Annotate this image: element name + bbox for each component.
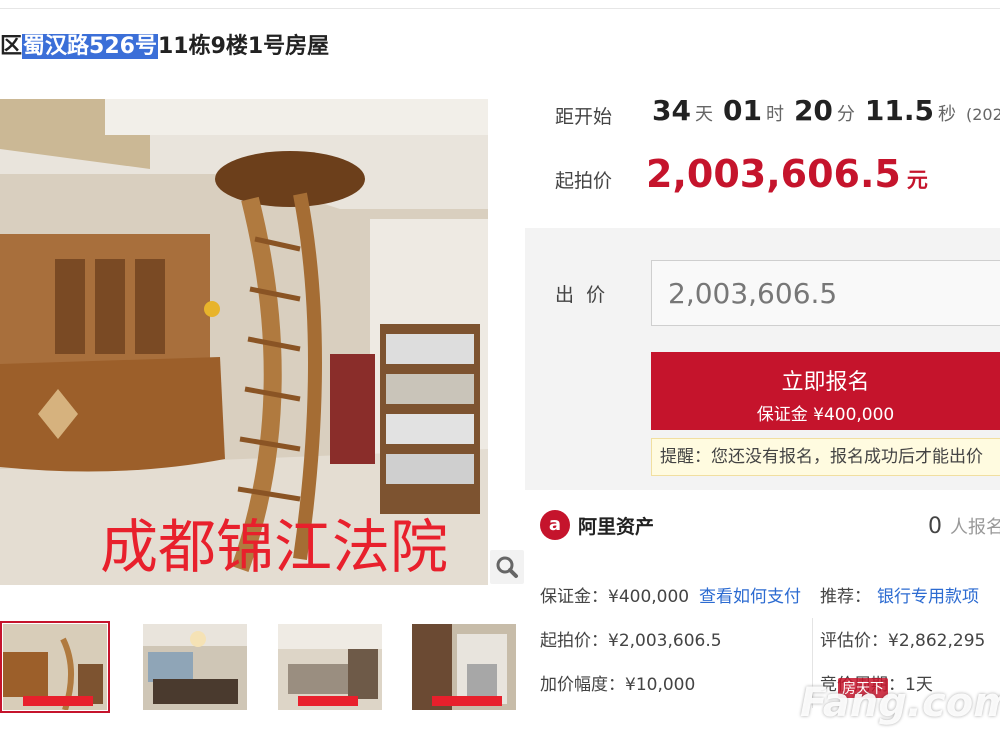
platform-name: 阿里资产	[578, 516, 655, 538]
court-overlay-text: 成都锦江法院	[100, 513, 448, 581]
deposit-info-value: ¥400,000	[608, 587, 690, 607]
title-prefix: 区	[0, 34, 23, 59]
main-photo-image: 成都锦江法院	[0, 99, 488, 585]
countdown-minutes-unit: 分	[836, 104, 855, 125]
start-price-unit: 元	[906, 168, 928, 192]
ali-assets-logo-icon: a	[540, 510, 570, 540]
thumbnail-4-image	[412, 624, 516, 710]
thumbnail-1[interactable]	[0, 621, 110, 713]
countdown-seconds-unit: 秒	[938, 104, 956, 125]
signup-button-label: 立即报名	[781, 370, 870, 395]
countdown-days-unit: 天	[694, 104, 713, 125]
countdown-date: (2026-0	[966, 105, 1000, 124]
countdown-hours: 01	[722, 94, 762, 127]
recommend-info: 推荐：	[820, 582, 871, 607]
signup-deposit: 保证金 ¥400,000	[756, 405, 895, 425]
thumbnail-2[interactable]	[143, 624, 247, 710]
bank-account-link[interactable]: 银行专用款项	[877, 582, 979, 607]
deposit-info: 保证金：¥400,000	[540, 582, 689, 607]
main-photo[interactable]: 成都锦江法院	[0, 99, 488, 585]
registration-count: 0 人报名	[928, 513, 1000, 539]
thumbnail-2-image	[143, 624, 247, 710]
how-to-pay-link[interactable]: 查看如何支付	[699, 582, 801, 607]
start-price: 2,003,606.5 元	[646, 152, 928, 196]
countdown-minutes: 20	[793, 94, 833, 127]
page-title: 区蜀汉路526号11栋9楼1号房屋	[0, 30, 329, 64]
countdown-hours-unit: 时	[765, 104, 784, 125]
thumbnail-3[interactable]	[278, 624, 382, 710]
appraisal-info: 评估价：¥2,862,295	[820, 626, 985, 651]
signup-button[interactable]: 立即报名 保证金 ¥400,000	[651, 352, 1000, 430]
zoom-button[interactable]	[490, 550, 524, 584]
top-divider	[0, 8, 1000, 9]
countdown: 34天 01时 20分 11.5秒 (2026-0	[652, 94, 1000, 130]
bid-label: 出 价	[555, 284, 606, 306]
title-rest: 11栋9楼1号房屋	[157, 34, 330, 59]
thumbnail-1-image	[3, 624, 107, 710]
start-price-label: 起拍价	[555, 170, 613, 192]
bid-input[interactable]	[651, 260, 1000, 326]
start-price-info-value: ¥2,003,606.5	[608, 631, 722, 651]
countdown-days: 34	[652, 94, 691, 127]
appraisal-value: ¥2,862,295	[888, 631, 986, 651]
thumbnail-4[interactable]	[412, 624, 516, 710]
increment-info: 加价幅度：¥10,000	[540, 670, 695, 695]
title-selected-text: 蜀汉路526号	[22, 34, 158, 59]
start-price-info-label: 起拍价：	[540, 631, 608, 651]
deposit-info-label: 保证金：	[540, 587, 608, 607]
increment-label: 加价幅度：	[540, 675, 625, 695]
start-price-info: 起拍价：¥2,003,606.5	[540, 626, 722, 651]
registration-count-value: 0	[928, 514, 942, 539]
magnifier-icon	[496, 556, 518, 578]
signup-reminder: 提醒：您还没有报名，报名成功后才能出价	[651, 438, 1000, 476]
recommend-label: 推荐：	[820, 587, 871, 607]
registration-count-label: 人报名	[950, 517, 1000, 538]
countdown-seconds: 11.5	[864, 94, 934, 127]
thumbnail-3-image	[278, 624, 382, 710]
increment-value: ¥10,000	[625, 675, 696, 695]
countdown-label: 距开始	[555, 106, 613, 128]
start-price-value: 2,003,606.5	[646, 152, 901, 196]
appraisal-label: 评估价：	[820, 631, 888, 651]
fang-watermark: Fang.com	[800, 680, 1000, 726]
